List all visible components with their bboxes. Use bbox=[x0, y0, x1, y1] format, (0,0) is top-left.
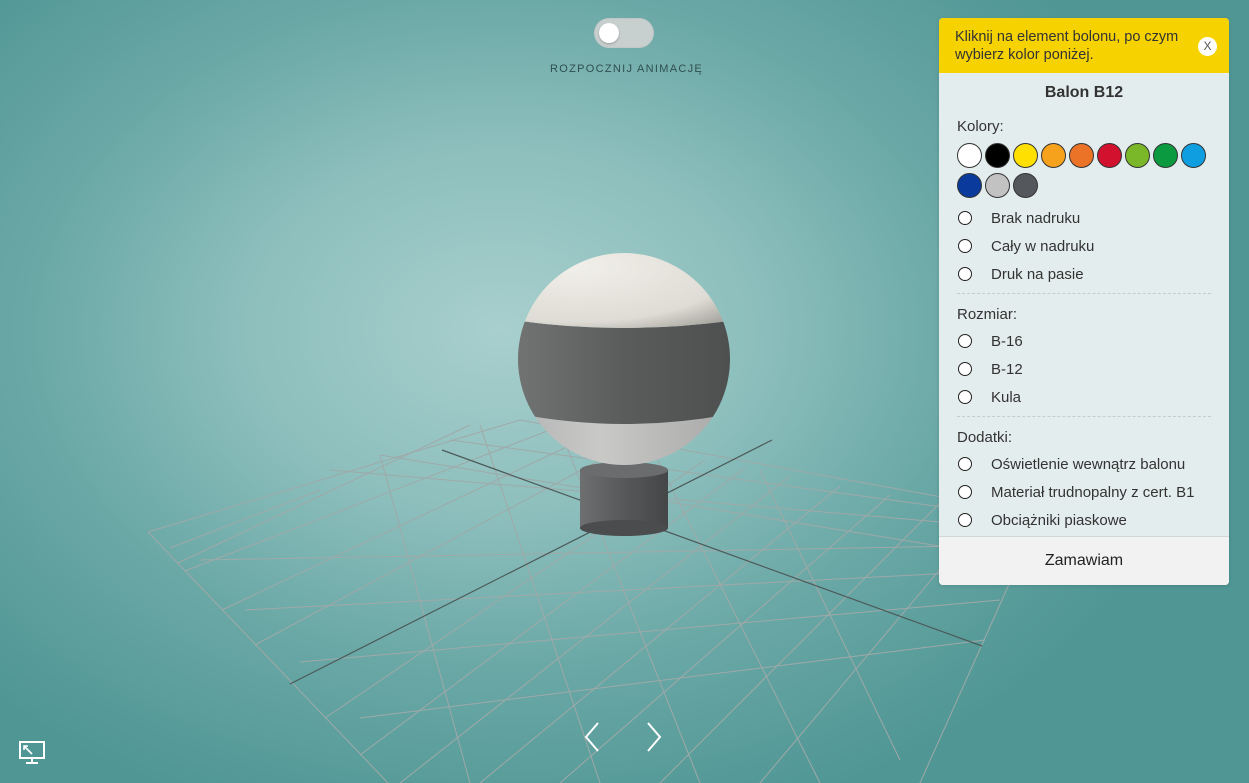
chevron-right-icon bbox=[647, 722, 662, 752]
color-swatch[interactable] bbox=[985, 173, 1010, 198]
radio-button[interactable] bbox=[958, 485, 972, 499]
chevron-left-icon bbox=[584, 722, 599, 752]
color-swatch[interactable] bbox=[1125, 143, 1150, 168]
option-label: B-16 bbox=[991, 332, 1023, 350]
option-label: Druk na pasie bbox=[991, 265, 1084, 283]
option-label: Obciążniki piaskowe bbox=[991, 511, 1127, 529]
extra-option[interactable]: Materiał trudnopalny z cert. B1 bbox=[958, 478, 1229, 506]
color-swatch[interactable] bbox=[1013, 173, 1038, 198]
color-swatch[interactable] bbox=[1181, 143, 1206, 168]
divider bbox=[957, 293, 1211, 294]
monitor-icon bbox=[19, 741, 45, 764]
print-option[interactable]: Brak nadruku bbox=[958, 204, 1229, 232]
balloon-base-bottom bbox=[580, 520, 668, 536]
radio-button[interactable] bbox=[958, 334, 972, 348]
prev-view-button[interactable] bbox=[576, 718, 612, 756]
radio-button[interactable] bbox=[958, 362, 972, 376]
divider bbox=[957, 416, 1211, 417]
radio-button[interactable] bbox=[958, 239, 972, 253]
close-icon[interactable]: X bbox=[1198, 37, 1217, 56]
print-option[interactable]: Cały w nadruku bbox=[958, 232, 1229, 260]
radio-button[interactable] bbox=[958, 513, 972, 527]
print-option[interactable]: Druk na pasie bbox=[958, 260, 1229, 288]
radio-button[interactable] bbox=[958, 390, 972, 404]
option-label: Kula bbox=[991, 388, 1022, 406]
color-swatch[interactable] bbox=[1041, 143, 1066, 168]
extra-option[interactable]: Obciążniki piaskowe bbox=[958, 506, 1229, 534]
balloon-base bbox=[580, 470, 668, 528]
color-swatch[interactable] bbox=[1153, 143, 1178, 168]
color-swatch[interactable] bbox=[1013, 143, 1038, 168]
color-swatch[interactable] bbox=[1097, 143, 1122, 168]
option-label: B-12 bbox=[991, 360, 1023, 378]
color-swatches bbox=[957, 143, 1219, 203]
hint-banner: Kliknij na element bolonu, po czym wybie… bbox=[939, 18, 1229, 73]
color-swatch[interactable] bbox=[985, 143, 1010, 168]
color-swatch[interactable] bbox=[1069, 143, 1094, 168]
colors-label: Kolory: bbox=[957, 118, 1004, 135]
size-option[interactable]: Kula bbox=[958, 383, 1229, 411]
option-label: Cały w nadruku bbox=[991, 237, 1095, 255]
radio-button[interactable] bbox=[958, 211, 972, 225]
size-option[interactable]: B-16 bbox=[958, 327, 1229, 355]
size-options: B-16 B-12 Kula bbox=[939, 327, 1229, 411]
product-title: Balon B12 bbox=[1044, 84, 1124, 101]
color-swatch[interactable] bbox=[957, 143, 982, 168]
size-option[interactable]: B-12 bbox=[958, 355, 1229, 383]
option-label: Brak nadruku bbox=[991, 209, 1081, 227]
option-label: Materiał trudnopalny z cert. B1 bbox=[991, 483, 1195, 501]
radio-button[interactable] bbox=[958, 267, 972, 281]
order-button[interactable]: Zamawiam bbox=[939, 536, 1229, 585]
toggle-knob bbox=[599, 23, 619, 43]
hint-text: Kliknij na element bolonu, po czym wybie… bbox=[955, 29, 1179, 63]
print-options: Brak nadruku Cały w nadruku Druk na pasi… bbox=[939, 204, 1229, 288]
animation-control: ROZPOCZNIJ ANIMACJĘ bbox=[550, 18, 704, 75]
size-label: Rozmiar: bbox=[957, 306, 1018, 323]
balloon-band bbox=[518, 318, 730, 424]
extras-label: Dodatki: bbox=[957, 429, 1013, 446]
radio-button[interactable] bbox=[958, 457, 972, 471]
config-panel: Kliknij na element bolonu, po czym wybie… bbox=[939, 18, 1229, 585]
animation-label: ROZPOCZNIJ ANIMACJĘ bbox=[550, 63, 704, 75]
extra-option[interactable]: Oświetlenie wewnątrz balonu bbox=[958, 450, 1229, 478]
color-swatch[interactable] bbox=[957, 173, 982, 198]
fullscreen-button[interactable] bbox=[18, 740, 46, 766]
extras-options: Oświetlenie wewnątrz balonu Materiał tru… bbox=[939, 450, 1229, 534]
balloon-model[interactable] bbox=[500, 240, 750, 536]
balloon-top-part bbox=[518, 253, 730, 328]
next-view-button[interactable] bbox=[636, 718, 672, 756]
animation-toggle[interactable] bbox=[594, 18, 654, 48]
option-label: Oświetlenie wewnątrz balonu bbox=[991, 455, 1186, 473]
